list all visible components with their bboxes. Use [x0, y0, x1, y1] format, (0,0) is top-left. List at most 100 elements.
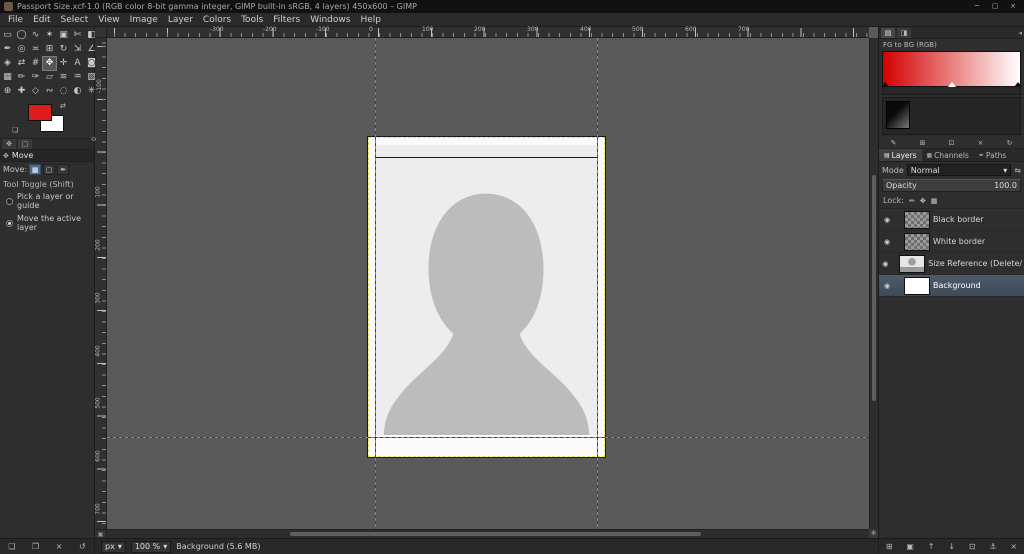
ruler-origin-button[interactable] — [95, 27, 107, 38]
swap-colors-icon[interactable]: ⇄ — [60, 102, 66, 110]
lock-position-icon[interactable]: ✥ — [920, 197, 926, 205]
canvas-viewport[interactable] — [107, 38, 869, 529]
tool-crop[interactable]: # — [29, 57, 42, 70]
tool-pencil[interactable]: ✏ — [15, 71, 28, 84]
radio-move-active-layer[interactable]: Move the active layer — [0, 212, 94, 234]
minimize-button[interactable]: ─ — [968, 0, 986, 13]
tool-smudge[interactable]: ∾ — [43, 85, 56, 98]
raise-layer-button[interactable]: ↑ — [928, 542, 935, 551]
tool-dodge-burn[interactable]: ◐ — [71, 85, 84, 98]
new-layer-button[interactable]: ⊞ — [886, 542, 893, 551]
menu-select[interactable]: Select — [56, 13, 94, 27]
tool-paths[interactable]: ✒ — [1, 43, 14, 56]
radio-icon[interactable] — [6, 198, 13, 205]
guide-horizontal-bottom[interactable] — [107, 437, 869, 438]
delete-tool-options-button[interactable]: × — [56, 542, 63, 551]
tool-measure[interactable]: ≍ — [29, 43, 42, 56]
tab-paths[interactable]: ✒ Paths — [974, 149, 1011, 161]
layer-row-background[interactable]: ◉ Background — [879, 275, 1024, 297]
refresh-gradients-button[interactable]: ↻ — [1004, 139, 1016, 147]
duplicate-layer-button[interactable]: ⊡ — [969, 542, 976, 551]
tool-scissors-select[interactable]: ✄ — [71, 29, 84, 42]
tool-free-select[interactable]: ∿ — [29, 29, 42, 42]
lower-layer-button[interactable]: ↓ — [948, 542, 955, 551]
tool-clone[interactable]: ⊕ — [1, 85, 14, 98]
tool-flip[interactable]: ⇄ — [15, 57, 28, 70]
horizontal-scrollbar-thumb[interactable] — [290, 532, 701, 536]
mode-switch-icon[interactable]: ⇋ — [1014, 166, 1021, 175]
navigation-button[interactable]: ✥ — [869, 529, 878, 538]
visibility-eye-icon[interactable]: ◉ — [881, 238, 893, 246]
delete-gradient-button[interactable]: × — [975, 139, 987, 147]
tab-channels[interactable]: ▦ Channels — [922, 149, 974, 161]
move-selection-button[interactable]: ▢ — [43, 164, 55, 175]
menu-file[interactable]: File — [3, 13, 28, 27]
save-tool-options-button[interactable]: ❏ — [8, 542, 15, 551]
vertical-ruler[interactable]: -100 0 100 200 300 400 500 600 700 — [95, 38, 107, 529]
tool-perspective[interactable]: ◈ — [1, 57, 14, 70]
horizontal-scrollbar[interactable] — [107, 529, 869, 538]
tool-unified-transform[interactable]: ⊞ — [43, 43, 56, 56]
tool-ink[interactable]: ♒ — [71, 71, 84, 84]
menu-windows[interactable]: Windows — [305, 13, 355, 27]
tool-text[interactable]: A — [71, 57, 84, 70]
visibility-eye-icon[interactable]: ◉ — [881, 216, 893, 224]
tool-ellipse-select[interactable]: ◯ — [15, 29, 28, 42]
restore-tool-options-button[interactable]: ❐ — [32, 542, 39, 551]
dock-menu-icon[interactable]: ◂ — [1018, 29, 1022, 37]
lock-alpha-icon[interactable]: ▦ — [931, 197, 938, 205]
layer-row-black-border[interactable]: ◉ Black border — [879, 209, 1024, 231]
tool-heal[interactable]: ✚ — [15, 85, 28, 98]
zoom-select[interactable]: 100 % ▾ — [131, 541, 171, 553]
gradient-list-item[interactable] — [886, 101, 910, 129]
layer-row-white-border[interactable]: ◉ White border — [879, 231, 1024, 253]
new-layer-group-button[interactable]: ▣ — [906, 542, 914, 551]
tool-scale[interactable]: ⇲ — [71, 43, 84, 56]
tool-options-tab-icon[interactable]: ✥ — [2, 139, 16, 149]
default-colors-icon[interactable]: ❏ — [12, 126, 18, 134]
radio-icon[interactable] — [6, 220, 13, 227]
guide-vertical-left[interactable] — [375, 38, 376, 529]
anchor-layer-button[interactable]: ⚓ — [989, 542, 996, 551]
tool-fuzzy-select[interactable]: ✶ — [43, 29, 56, 42]
gradient-preview[interactable] — [882, 51, 1021, 87]
maximize-button[interactable]: ▢ — [986, 0, 1004, 13]
move-path-button[interactable]: ✒ — [57, 164, 69, 175]
radio-pick-layer-or-guide[interactable]: Pick a layer or guide — [0, 190, 94, 212]
patterns-tab-icon[interactable]: ◨ — [897, 28, 911, 38]
tool-move[interactable]: ✥ — [43, 57, 56, 70]
mode-select[interactable]: Normal ▾ — [907, 164, 1012, 176]
tool-color-picker[interactable]: ◎ — [15, 43, 28, 56]
tab-layers[interactable]: ▤ Layers — [879, 149, 922, 161]
menu-layer[interactable]: Layer — [163, 13, 198, 27]
new-gradient-button[interactable]: ⊞ — [917, 139, 929, 147]
tool-eraser[interactable]: ▱ — [43, 71, 56, 84]
menu-filters[interactable]: Filters — [268, 13, 305, 27]
opacity-slider[interactable]: Opacity 100.0 — [882, 179, 1021, 192]
tool-blur-sharpen[interactable]: ◌ — [57, 85, 70, 98]
gradients-tab-icon[interactable]: ▤ — [881, 28, 895, 38]
horizontal-ruler[interactable]: -300 -200 -100 0 100 200 300 400 500 600… — [107, 27, 869, 38]
foreground-color-swatch[interactable] — [28, 104, 52, 121]
unit-select[interactable]: px ▾ — [101, 541, 126, 553]
tool-airbrush[interactable]: ≋ — [57, 71, 70, 84]
move-layer-button[interactable]: ▦ — [29, 164, 41, 175]
guide-vertical-right[interactable] — [597, 38, 598, 529]
menu-colors[interactable]: Colors — [198, 13, 236, 27]
layer-row-size-reference[interactable]: ◉ Size Reference (Delete/Hide me) — [879, 253, 1024, 275]
menu-help[interactable]: Help — [355, 13, 386, 27]
delete-layer-button[interactable]: × — [1010, 542, 1017, 551]
device-status-tab-icon[interactable]: ▢ — [18, 139, 32, 149]
lock-pixels-icon[interactable]: ✏ — [909, 197, 915, 205]
close-button[interactable]: × — [1004, 0, 1022, 13]
image-layer-boundary[interactable] — [368, 137, 605, 457]
edit-gradient-button[interactable]: ✎ — [888, 139, 900, 147]
tool-rectangle-select[interactable]: ▭ — [1, 29, 14, 42]
menu-tools[interactable]: Tools — [236, 13, 268, 27]
vertical-scrollbar-thumb[interactable] — [872, 175, 876, 401]
tool-perspective-clone[interactable]: ◇ — [29, 85, 42, 98]
duplicate-gradient-button[interactable]: ⊡ — [946, 139, 958, 147]
quick-mask-toggle[interactable]: ▣ — [95, 529, 107, 538]
tool-align[interactable]: ✛ — [57, 57, 70, 70]
menu-edit[interactable]: Edit — [28, 13, 55, 27]
